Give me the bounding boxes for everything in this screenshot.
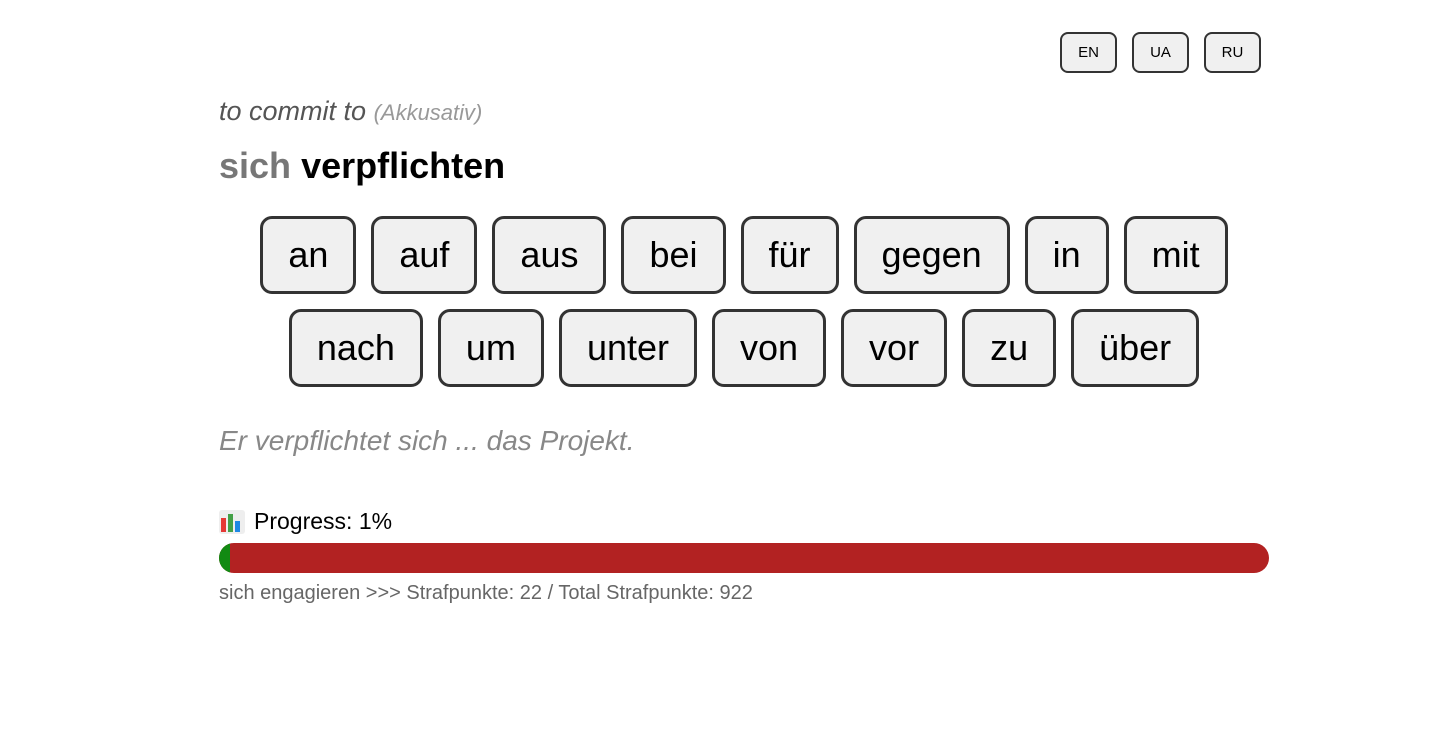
progress-bar-fill (219, 543, 230, 573)
verb-title: sich verpflichten (219, 145, 505, 187)
status-text: sich engagieren >>> Strafpunkte: 22 / To… (219, 582, 753, 604)
prep-button-nach[interactable]: nach (288, 309, 423, 387)
lang-ru-button[interactable]: RU (1204, 32, 1261, 73)
prep-button-gegen[interactable]: gegen (853, 216, 1010, 294)
translation: to commit to (Akkusativ) (219, 96, 482, 127)
progress-text: Progress: 1% (254, 508, 393, 534)
prep-button-bei[interactable]: bei (621, 216, 726, 294)
prepositions-row-1: an auf aus bei für gegen in mit (0, 216, 1435, 294)
prep-button-ueber[interactable]: über (1071, 309, 1200, 387)
prep-button-zu[interactable]: zu (962, 309, 1057, 387)
lang-ua-button[interactable]: UA (1132, 32, 1189, 73)
prepositions-row-2: nach um unter von vor zu über (0, 309, 1435, 387)
prep-button-auf[interactable]: auf (371, 216, 478, 294)
language-switcher: EN UA RU (1060, 32, 1261, 73)
prep-button-mit[interactable]: mit (1123, 216, 1228, 294)
prep-button-um[interactable]: um (437, 309, 544, 387)
prep-button-vor[interactable]: vor (841, 309, 948, 387)
prep-button-fuer[interactable]: für (740, 216, 839, 294)
prep-button-an[interactable]: an (260, 216, 357, 294)
translation-text: to commit to (219, 96, 367, 126)
verb-main: verpflichten (301, 145, 506, 186)
prep-button-unter[interactable]: unter (558, 309, 697, 387)
case-hint: (Akkusativ) (373, 100, 483, 125)
prep-button-aus[interactable]: aus (492, 216, 607, 294)
progress-label: Progress: 1% (219, 508, 392, 535)
prep-button-von[interactable]: von (712, 309, 827, 387)
bar-chart-icon (219, 509, 245, 534)
prep-button-in[interactable]: in (1024, 216, 1109, 294)
progress-bar (219, 543, 1269, 573)
reflexive-pronoun: sich (219, 145, 292, 186)
lang-en-button[interactable]: EN (1060, 32, 1117, 73)
example-sentence: Er verpflichtet sich ... das Projekt. (219, 425, 635, 456)
